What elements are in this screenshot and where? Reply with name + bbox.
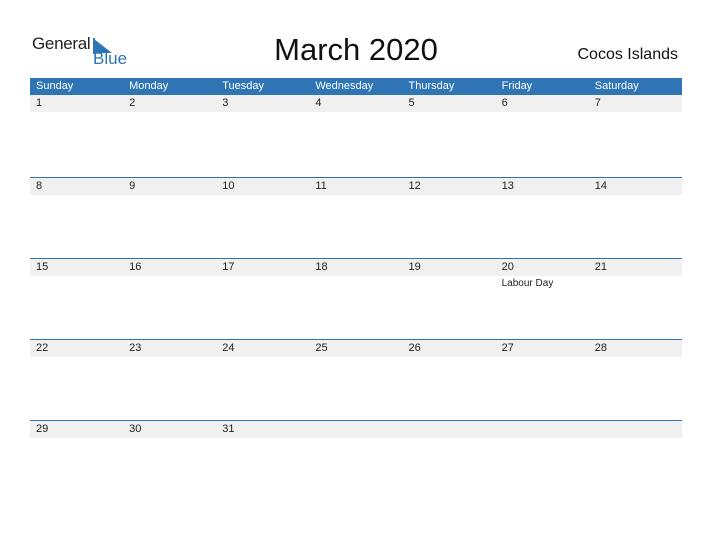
weekday-thursday: Thursday (408, 80, 455, 92)
holiday-label (589, 276, 682, 289)
events-row: Labour Day (30, 276, 682, 289)
holiday-label (589, 112, 682, 114)
day-number (309, 421, 402, 438)
day-number: 25 (315, 342, 328, 354)
day-number: 9 (129, 180, 136, 192)
holiday-label (589, 438, 682, 440)
holiday-label (30, 112, 123, 114)
holiday-label (309, 357, 402, 359)
weekday-wednesday: Wednesday (315, 80, 374, 92)
day-number: 20 (501, 261, 514, 273)
day-number: 4 (315, 97, 322, 109)
holiday-label (216, 195, 309, 197)
date-band: 1 2 3 4 5 6 7 (30, 95, 682, 112)
holiday-label (496, 195, 589, 197)
day-number: 6 (501, 97, 508, 109)
weekday-saturday: Saturday (594, 80, 639, 92)
date-band: 8 9 10 11 12 13 14 (30, 178, 682, 195)
day-number: 18 (315, 261, 328, 273)
holiday-label (309, 195, 402, 197)
day-number: 21 (594, 261, 607, 273)
holiday-label (589, 357, 682, 359)
holiday-label (496, 112, 589, 114)
holiday-label (216, 357, 309, 359)
day-number: 10 (222, 180, 235, 192)
day-number: 13 (501, 180, 514, 192)
day-number: 1 (36, 97, 43, 109)
holiday-label (403, 357, 496, 359)
holiday-label (30, 438, 123, 440)
day-number: 7 (594, 97, 601, 109)
day-number: 26 (408, 342, 421, 354)
day-number: 15 (36, 261, 49, 273)
day-number: 5 (408, 97, 415, 109)
day-number (403, 421, 496, 438)
holiday-label (309, 438, 402, 440)
calendar-grid: Sunday Monday Tuesday Wednesday Thursday… (30, 78, 682, 501)
day-number: 22 (36, 342, 49, 354)
week-row: 1 2 3 4 5 6 7 (30, 95, 682, 177)
country-name: Cocos Islands (577, 46, 679, 63)
day-number: 2 (129, 97, 136, 109)
holiday-label (30, 357, 123, 359)
holiday-label (403, 195, 496, 197)
holiday-label (123, 195, 216, 197)
weekday-sunday: Sunday (36, 80, 74, 92)
day-number: 30 (129, 423, 142, 435)
day-number: 19 (408, 261, 421, 273)
day-number: 12 (408, 180, 421, 192)
holiday-label (496, 438, 589, 440)
week-row: 15 16 17 18 19 20 21 Labour Day (30, 258, 682, 339)
holiday-label (309, 112, 402, 114)
day-number: 14 (594, 180, 607, 192)
day-number: 29 (36, 423, 49, 435)
holiday-label (589, 195, 682, 197)
events-row (30, 112, 682, 114)
day-number (496, 421, 589, 438)
holiday-label: Labour Day (501, 278, 554, 289)
date-band: 22 23 24 25 26 27 28 (30, 340, 682, 357)
day-number: 3 (222, 97, 229, 109)
day-number: 23 (129, 342, 142, 354)
weekday-header: Sunday Monday Tuesday Wednesday Thursday… (30, 78, 682, 95)
day-number: 17 (222, 261, 235, 273)
holiday-label (123, 112, 216, 114)
holiday-label (123, 276, 216, 289)
holiday-label (403, 438, 496, 440)
date-band: 15 16 17 18 19 20 21 (30, 259, 682, 276)
day-number: 11 (315, 180, 327, 192)
week-row: 29 30 31 (30, 420, 682, 501)
holiday-label (403, 112, 496, 114)
holiday-label (123, 357, 216, 359)
events-row (30, 438, 682, 440)
day-number: 31 (222, 423, 235, 435)
holiday-label (309, 276, 402, 289)
holiday-label (30, 276, 123, 289)
weekday-monday: Monday (129, 80, 169, 92)
holiday-label (496, 357, 589, 359)
day-number: 16 (129, 261, 142, 273)
day-number: 8 (36, 180, 43, 192)
day-number: 27 (501, 342, 514, 354)
holiday-label (216, 438, 309, 440)
events-row (30, 195, 682, 197)
day-number (589, 421, 682, 438)
holiday-label (403, 276, 496, 289)
day-number: 28 (594, 342, 607, 354)
holiday-label (216, 276, 309, 289)
events-row (30, 357, 682, 359)
day-number: 24 (222, 342, 235, 354)
weekday-tuesday: Tuesday (222, 80, 265, 92)
holiday-label (123, 438, 216, 440)
holiday-label (30, 195, 123, 197)
holiday-label (216, 112, 309, 114)
week-row: 22 23 24 25 26 27 28 (30, 339, 682, 420)
date-band: 29 30 31 (30, 421, 682, 438)
week-row: 8 9 10 11 12 13 14 (30, 177, 682, 258)
weekday-friday: Friday (501, 80, 533, 92)
